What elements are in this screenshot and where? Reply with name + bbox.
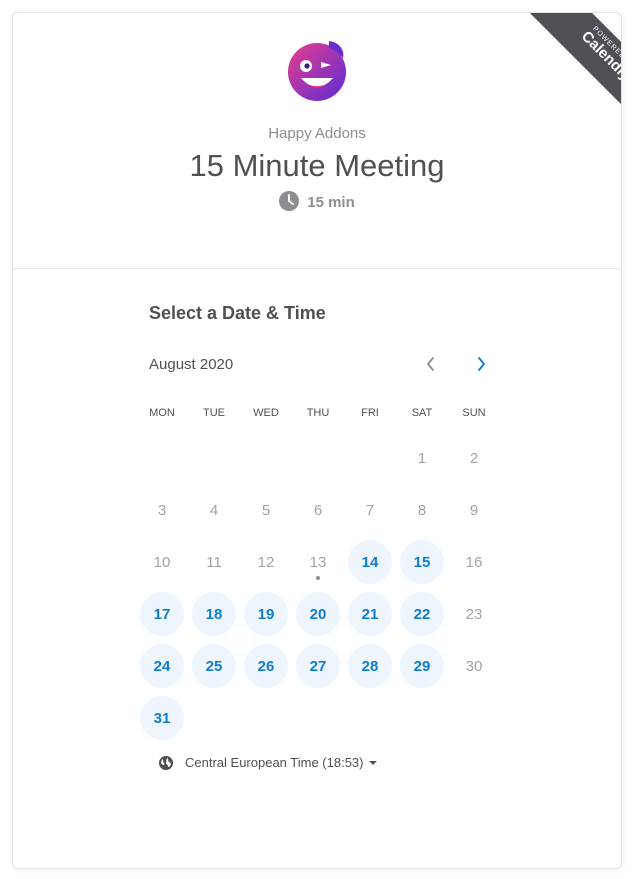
day-number: 15	[413, 553, 431, 571]
weekday-label: SAT	[411, 407, 433, 419]
unavailable-day: 9	[448, 484, 500, 536]
available-day-button[interactable]: 17	[136, 588, 188, 640]
empty-day-cell	[188, 432, 240, 484]
organization-name: Happy Addons	[268, 125, 366, 142]
available-day-button[interactable]: 24	[136, 640, 188, 692]
unavailable-day: 5	[240, 484, 292, 536]
available-day-button[interactable]: 29	[396, 640, 448, 692]
available-day-button[interactable]: 20	[292, 588, 344, 640]
unavailable-day: 13	[292, 536, 344, 588]
weekday-label: TUE	[203, 407, 225, 419]
day-number: 7	[365, 501, 375, 519]
day-number: 17	[153, 605, 171, 623]
day-number: 16	[465, 553, 483, 571]
day-number: 29	[413, 657, 431, 675]
day-number: 28	[361, 657, 379, 675]
available-day-button[interactable]: 27	[292, 640, 344, 692]
day-number: 5	[261, 501, 271, 519]
available-day-button[interactable]: 18	[188, 588, 240, 640]
day-number: 23	[465, 605, 483, 623]
day-number: 1	[417, 449, 427, 467]
day-number: 22	[413, 605, 431, 623]
available-day-button[interactable]: 28	[344, 640, 396, 692]
event-duration: 15 min	[13, 191, 621, 211]
happy-addons-logo	[288, 41, 346, 101]
day-number: 14	[361, 553, 379, 571]
event-header: Happy Addons 15 Minute Meeting 15 min PO…	[13, 13, 621, 269]
timezone-label: Central European Time (18:53)	[185, 755, 364, 770]
day-number: 8	[417, 501, 427, 519]
unavailable-day: 16	[448, 536, 500, 588]
empty-day-cell	[240, 432, 292, 484]
event-title: 15 Minute Meeting	[189, 148, 445, 183]
weekday-label: WED	[253, 407, 279, 419]
available-day-button[interactable]: 21	[344, 588, 396, 640]
available-day-button[interactable]: 14	[344, 536, 396, 588]
empty-day-cell	[136, 432, 188, 484]
day-number: 30	[465, 657, 483, 675]
empty-day-cell	[292, 432, 344, 484]
day-number: 10	[153, 553, 171, 571]
month-label: August 2020	[149, 356, 234, 373]
unavailable-day: 2	[448, 432, 500, 484]
day-number: 11	[206, 553, 222, 571]
day-number: 18	[205, 605, 223, 623]
day-number: 31	[153, 709, 171, 727]
next-month-button[interactable]	[471, 354, 491, 374]
unavailable-day: 4	[188, 484, 240, 536]
available-day-button[interactable]: 31	[136, 692, 188, 744]
day-number: 20	[309, 605, 327, 623]
day-number: 9	[469, 501, 479, 519]
weekday-header: MON TUE WED THU FRI SAT SUN	[136, 407, 502, 419]
day-number: 4	[209, 501, 219, 519]
previous-month-button[interactable]	[421, 354, 441, 374]
weekday-label: MON	[149, 407, 175, 419]
available-day-button[interactable]: 19	[240, 588, 292, 640]
day-number: 2	[469, 449, 479, 467]
unavailable-day: 11	[188, 536, 240, 588]
globe-icon	[159, 755, 173, 770]
weekday-label: SUN	[462, 407, 486, 419]
day-number: 3	[157, 501, 167, 519]
day-number: 25	[205, 657, 223, 675]
day-number: 27	[309, 657, 327, 675]
day-number: 12	[257, 553, 275, 571]
unavailable-day: 10	[136, 536, 188, 588]
day-number: 6	[313, 501, 323, 519]
available-day-button[interactable]: 26	[240, 640, 292, 692]
weekday-label: THU	[306, 407, 330, 419]
calendar-grid: 1 2 3 4 5 6 7 8 9 10 11 12 13 14 15 16 17 18 19 20 21 22 23 24 2…	[136, 432, 502, 744]
powered-by-ribbon[interactable]: POWERED BY Calendly	[517, 13, 621, 117]
unavailable-day: 7	[344, 484, 396, 536]
day-number: 13	[309, 553, 327, 571]
clock-icon	[279, 191, 300, 211]
unavailable-day: 6	[292, 484, 344, 536]
select-date-title: Select a Date & Time	[149, 303, 326, 323]
day-number: 24	[153, 657, 171, 675]
available-day-button[interactable]: 25	[188, 640, 240, 692]
unavailable-day: 23	[448, 588, 500, 640]
unavailable-day: 12	[240, 536, 292, 588]
unavailable-day: 3	[136, 484, 188, 536]
dropdown-caret-icon	[369, 760, 378, 765]
timezone-selector[interactable]: Central European Time (18:53)	[159, 755, 378, 770]
booking-card: Happy Addons 15 Minute Meeting 15 min PO…	[12, 12, 622, 869]
duration-label: 15 min	[307, 194, 355, 211]
unavailable-day: 8	[396, 484, 448, 536]
unavailable-day: 30	[448, 640, 500, 692]
empty-day-cell	[344, 432, 396, 484]
available-day-button[interactable]: 22	[396, 588, 448, 640]
available-day-button[interactable]: 15	[396, 536, 448, 588]
calendly-brand: Calendly	[577, 27, 621, 85]
day-number: 26	[257, 657, 275, 675]
day-number: 21	[361, 605, 379, 623]
day-number: 19	[257, 605, 275, 623]
unavailable-day: 1	[396, 432, 448, 484]
weekday-label: FRI	[361, 407, 379, 419]
